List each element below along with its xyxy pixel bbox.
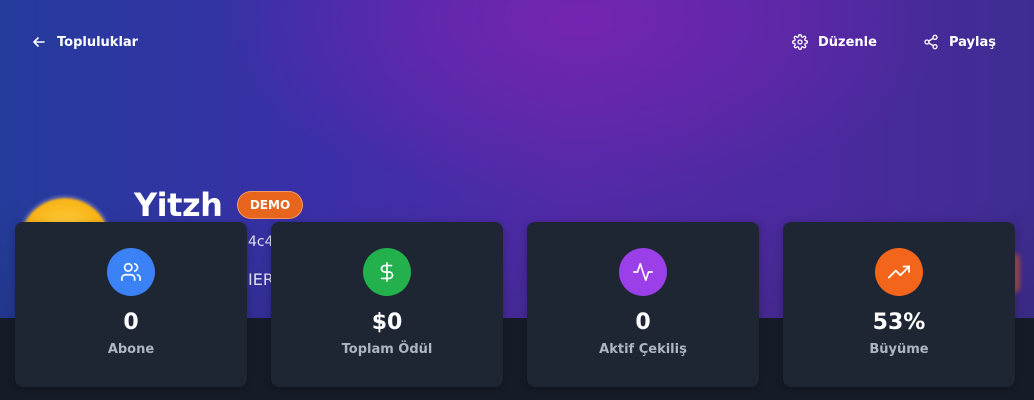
stat-label: Abone bbox=[107, 342, 155, 357]
back-link-label: Topluluklar bbox=[57, 34, 139, 50]
activity-icon bbox=[619, 248, 667, 296]
share-button[interactable]: Paylaş bbox=[923, 34, 996, 50]
stat-card-total-reward: $0 Toplam Ödül bbox=[271, 222, 503, 387]
edit-button[interactable]: Düzenle bbox=[792, 34, 877, 50]
edit-label: Düzenle bbox=[818, 34, 877, 50]
stat-label: Toplam Ödül bbox=[341, 342, 433, 357]
gear-icon bbox=[792, 34, 808, 50]
stat-value: 0 bbox=[123, 310, 139, 335]
stat-card-subscribers: 0 Abone bbox=[15, 222, 247, 387]
back-to-communities-link[interactable]: Topluluklar bbox=[31, 34, 138, 50]
users-icon bbox=[107, 248, 155, 296]
trending-up-icon bbox=[875, 248, 923, 296]
arrow-left-icon bbox=[31, 34, 47, 50]
stat-label: Büyüme bbox=[869, 342, 929, 357]
stat-value: 53% bbox=[872, 310, 926, 335]
share-label: Paylaş bbox=[949, 34, 996, 50]
profile-name: Yitzh bbox=[134, 186, 223, 224]
share-icon bbox=[923, 34, 939, 50]
dollar-icon bbox=[363, 248, 411, 296]
stat-label: Aktif Çekiliş bbox=[599, 342, 687, 357]
stat-card-active-giveaways: 0 Aktif Çekiliş bbox=[527, 222, 759, 387]
demo-badge: DEMO bbox=[237, 191, 303, 219]
stat-card-growth: 53% Büyüme bbox=[783, 222, 1015, 387]
stat-value: $0 bbox=[371, 310, 403, 335]
stat-value: 0 bbox=[635, 310, 651, 335]
